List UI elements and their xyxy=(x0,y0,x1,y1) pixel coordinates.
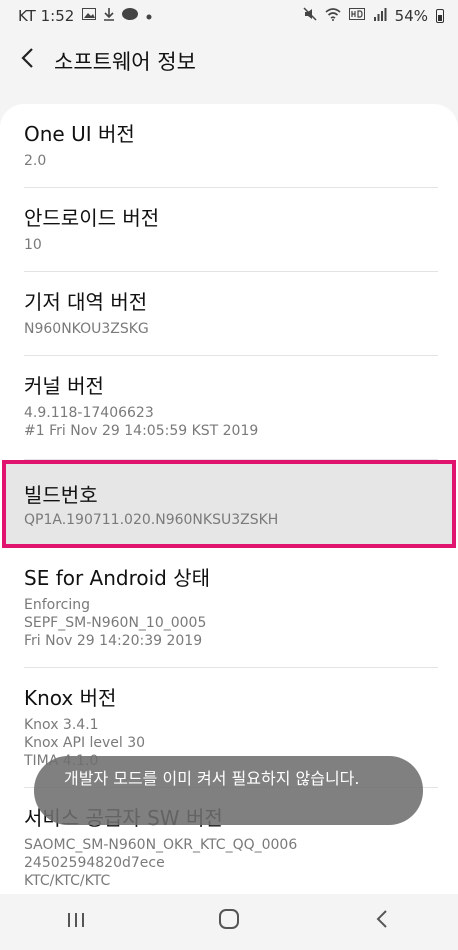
page-title: 소프트웨어 정보 xyxy=(54,50,196,74)
chevron-left-icon xyxy=(20,46,34,76)
download-icon xyxy=(104,7,115,25)
gallery-icon xyxy=(82,8,97,24)
mute-icon xyxy=(303,7,317,25)
recents-button[interactable] xyxy=(36,894,116,950)
status-left: KT 1:52 xyxy=(18,7,152,25)
app-header: 소프트웨어 정보 xyxy=(0,32,458,90)
status-bar: KT 1:52 54% xyxy=(0,0,458,32)
nav-back-button[interactable] xyxy=(342,894,422,950)
list-item[interactable]: One UI 버전 2.0 xyxy=(24,104,438,188)
toast-message: 개발자 모드를 이미 켜서 필요하지 않습니다. xyxy=(34,756,423,825)
row-title: Knox 버전 xyxy=(24,686,117,710)
row-value: Enforcing SEPF_SM-N960N_10_0005 Fri Nov … xyxy=(24,597,207,649)
list-item[interactable]: 안드로이드 버전 10 xyxy=(24,188,438,272)
list-item[interactable]: SE for Android 상태 Enforcing SEPF_SM-N960… xyxy=(24,548,438,668)
battery-percent: 54% xyxy=(394,7,428,25)
home-button[interactable] xyxy=(189,894,269,950)
row-title: 커널 버전 xyxy=(24,374,104,398)
list-item[interactable]: 커널 버전 4.9.118-17406623 #1 Fri Nov 29 14:… xyxy=(24,356,438,460)
row-value: N960NKOU3ZSKG xyxy=(24,321,149,337)
back-icon xyxy=(375,909,389,935)
wifi-icon xyxy=(325,7,341,25)
list-item[interactable]: 기저 대역 버전 N960NKOU3ZSKG xyxy=(24,272,438,356)
back-button[interactable] xyxy=(0,32,54,90)
home-icon xyxy=(218,908,240,936)
row-value: 2.0 xyxy=(24,153,47,169)
hd-icon xyxy=(348,8,365,24)
row-value: 4.9.118-17406623 #1 Fri Nov 29 14:05:59 … xyxy=(24,405,259,439)
build-number-row[interactable]: 빌드번호 QP1A.190711.020.N960NKSU3ZSKH xyxy=(2,460,456,548)
row-value: SAOMC_SM-N960N_OKR_KTC_QQ_0006 245025948… xyxy=(24,837,298,889)
status-right: 54% xyxy=(303,7,444,25)
row-title: 빌드번호 xyxy=(24,483,98,507)
row-value: QP1A.190711.020.N960NKSU3ZSKH xyxy=(24,512,279,528)
navigation-bar xyxy=(0,894,458,950)
signal-icon xyxy=(373,7,387,25)
row-title: SE for Android 상태 xyxy=(24,566,211,590)
carrier-time: KT 1:52 xyxy=(18,7,75,25)
dot-icon xyxy=(146,9,152,24)
row-value: 10 xyxy=(24,237,42,253)
row-title: One UI 버전 xyxy=(24,122,135,146)
row-title: 안드로이드 버전 xyxy=(24,206,160,230)
talk-icon xyxy=(122,7,139,25)
row-title: 기저 대역 버전 xyxy=(24,290,148,314)
battery-icon xyxy=(436,9,444,23)
recents-icon xyxy=(66,910,86,935)
